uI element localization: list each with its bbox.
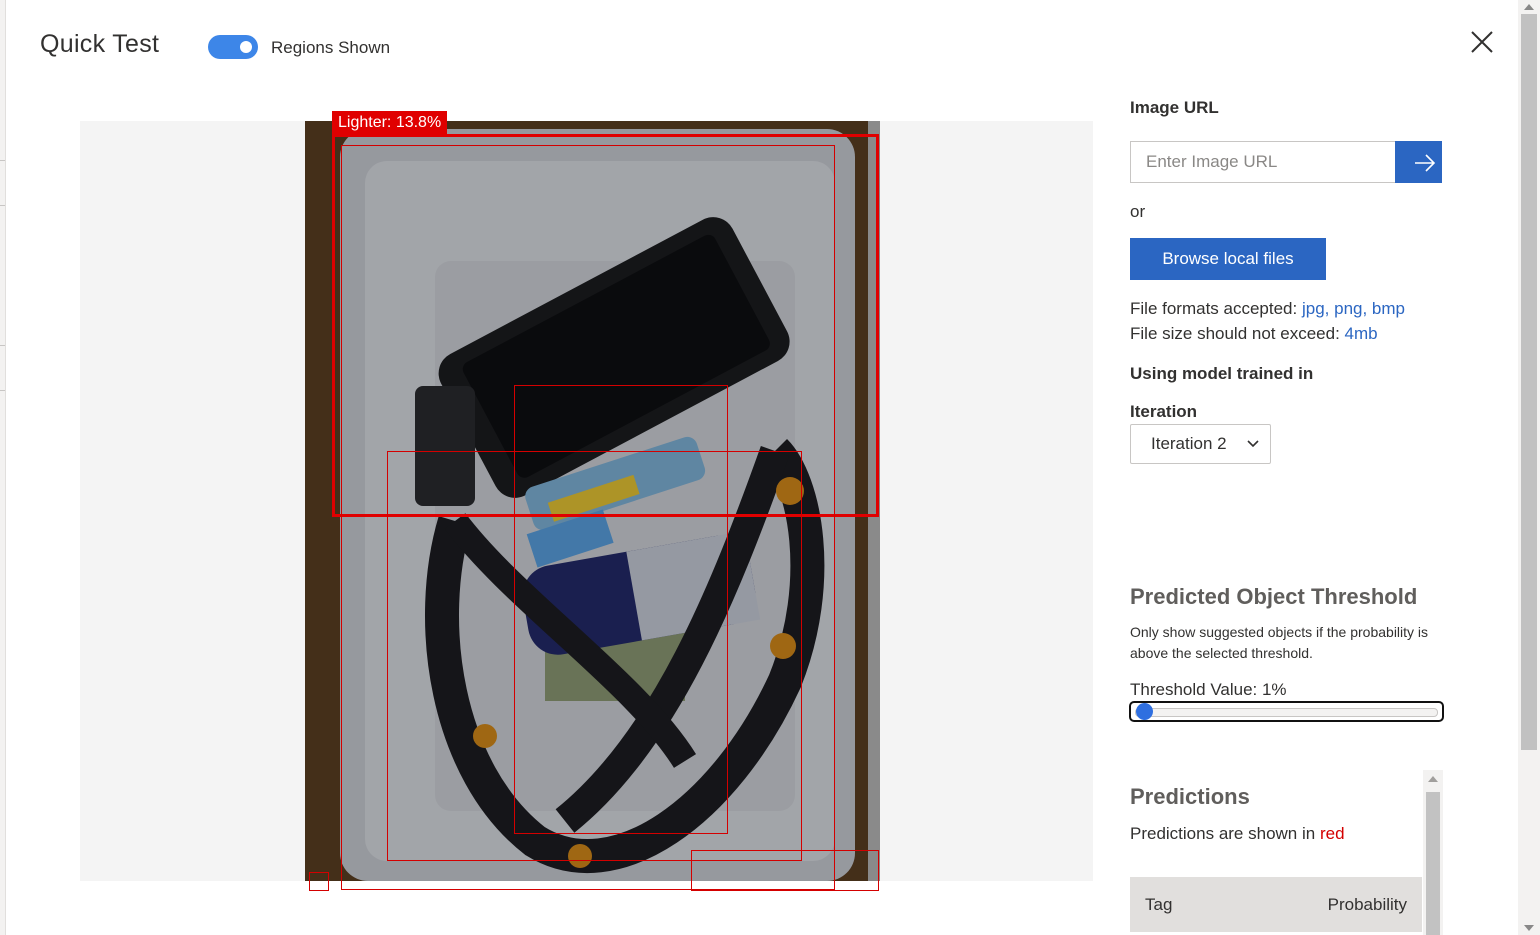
image-url-label: Image URL [1130,98,1219,117]
file-formats-line: File formats accepted: jpg, png, bmp [1130,299,1405,319]
scroll-down-arrow-icon[interactable] [1524,925,1534,931]
chevron-down-icon [1247,440,1259,448]
predictions-table-header: Tag Probability [1130,877,1422,932]
regions-toggle-label: Regions Shown [271,38,391,57]
column-header-tag[interactable]: Tag [1145,895,1172,915]
file-formats-label: File formats accepted: [1130,299,1298,318]
toggle-knob [240,41,252,53]
predictions-scrollbar[interactable] [1423,770,1443,935]
threshold-slider[interactable] [1129,701,1444,722]
close-button[interactable] [1466,26,1498,58]
file-size-label: File size should not exceed: [1130,324,1340,343]
region-label: Lighter: 13.8% [332,111,448,136]
scrollbar-thumb[interactable] [1426,792,1440,935]
threshold-value-label: Threshold Value: 1% [1130,680,1287,699]
file-formats-value: jpg, png, bmp [1301,299,1405,318]
browse-local-files-button[interactable]: Browse local files [1130,238,1326,280]
slider-thumb[interactable] [1135,703,1153,720]
scroll-up-arrow-icon[interactable] [1428,776,1438,782]
or-text: or [1130,202,1146,221]
file-size-value: 4mb [1344,324,1378,343]
scroll-up-arrow-icon[interactable] [1524,4,1534,10]
image-url-submit-button[interactable] [1395,141,1442,183]
page-scrollbar[interactable] [1518,0,1540,935]
predictions-note: Predictions are shown in red [1130,824,1345,844]
slider-track [1135,708,1438,717]
predictions-note-color: red [1319,824,1345,843]
region-box[interactable] [309,872,329,891]
region-box[interactable] [691,850,879,891]
predictions-note-text: Predictions are shown in [1130,824,1316,843]
image-url-input[interactable] [1130,141,1395,183]
arrow-right-icon [1415,154,1436,172]
threshold-title: Predicted Object Threshold [1130,584,1418,609]
page-scrollbar-thumb[interactable] [1521,14,1537,750]
background-page-edge [0,0,6,935]
regions-toggle[interactable] [208,35,258,59]
iteration-select[interactable]: Iteration 2 [1130,424,1271,464]
model-label: Using model trained in [1130,364,1314,383]
close-icon [1471,31,1493,53]
iteration-label: Iteration [1130,402,1198,421]
region-box[interactable] [387,451,802,861]
column-header-probability[interactable]: Probability [1328,895,1407,915]
predictions-title: Predictions [1130,784,1250,809]
threshold-description: Only show suggested objects if the proba… [1130,624,1429,661]
file-size-line: File size should not exceed: 4mb [1130,324,1378,344]
quick-test-dialog: Quick Test Regions Shown Lighter: 13.8% … [0,0,1540,935]
dialog-title: Quick Test [40,30,160,58]
iteration-select-value: Iteration 2 [1151,434,1227,453]
